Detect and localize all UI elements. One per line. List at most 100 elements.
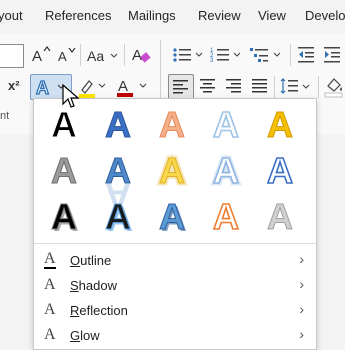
font-group-label: nt — [0, 110, 10, 122]
shadow-icon: A — [44, 276, 56, 293]
svg-text:3: 3 — [210, 58, 214, 64]
menu-item-shadow[interactable]: A Shadow › — [34, 274, 316, 298]
align-right-icon[interactable] — [226, 79, 242, 93]
text-effects-icon: A — [35, 77, 49, 97]
justify-icon[interactable] — [252, 79, 268, 93]
highlight-icon[interactable] — [78, 78, 108, 100]
text-effect-preview-icon: A — [51, 150, 78, 192]
menu-item-label: Shadow — [70, 278, 117, 293]
svg-text:A: A — [213, 104, 239, 145]
text-effect-option[interactable]: AA — [98, 195, 138, 240]
text-effects-gallery: AAAAAAAAAAAAAAAAAAAAA — [34, 99, 316, 239]
text-effect-option[interactable]: A — [260, 195, 300, 238]
svg-text:A: A — [159, 150, 185, 191]
text-effects-dropdown: AAAAAAAAAAAAAAAAAAAAA A Outline › A Shadow › A… — [33, 98, 317, 350]
increase-indent-icon[interactable] — [324, 46, 342, 64]
font-color-icon[interactable]: A — [116, 76, 150, 100]
grow-font-icon[interactable]: A — [32, 46, 52, 64]
text-effect-option[interactable]: A — [206, 103, 246, 146]
clear-formatting-icon[interactable]: A — [131, 44, 153, 66]
svg-text:A: A — [118, 78, 128, 95]
menu-item-label: Glow — [70, 328, 100, 343]
text-effect-preview-icon: A — [212, 103, 240, 146]
svg-text:A: A — [32, 48, 42, 64]
svg-text:A: A — [213, 196, 239, 237]
text-effect-option[interactable]: A — [260, 149, 300, 192]
svg-text:Aa: Aa — [87, 48, 104, 64]
menu-item-label: Outline — [70, 253, 112, 268]
text-effect-option[interactable]: AA — [152, 148, 192, 194]
text-effect-option[interactable]: AA — [206, 148, 246, 194]
tab-developer[interactable]: Develo — [305, 8, 345, 23]
svg-text:A: A — [159, 196, 185, 237]
line-spacing-icon[interactable] — [280, 78, 314, 96]
text-effect-preview-icon: A — [266, 149, 294, 192]
tab-layout[interactable]: yout — [0, 8, 23, 23]
menu-divider — [34, 243, 316, 244]
separator — [80, 44, 81, 66]
text-effect-preview-icon: A — [212, 195, 240, 238]
outline-icon: A — [44, 250, 56, 269]
text-effect-preview-icon: A — [159, 104, 186, 146]
shrink-font-icon[interactable]: A — [58, 46, 78, 64]
ribbon-tabs: yout References Mailings Review View Dev… — [0, 0, 345, 34]
text-effect-preview-icon: AA — [105, 196, 134, 240]
text-effect-option[interactable]: A — [152, 103, 192, 146]
text-effect-option[interactable]: AA — [152, 195, 192, 240]
reflection-icon: A — [44, 301, 56, 318]
separator — [124, 44, 125, 66]
svg-text:A: A — [36, 78, 49, 97]
tab-references[interactable]: References — [45, 8, 111, 23]
decrease-indent-icon[interactable] — [298, 46, 316, 64]
multilevel-list-icon[interactable] — [250, 46, 284, 64]
mouse-cursor-icon — [62, 84, 80, 108]
tab-view[interactable]: View — [258, 8, 286, 23]
text-effect-preview-icon: A — [267, 104, 294, 146]
change-case-icon[interactable]: Aa — [87, 46, 121, 64]
align-left-button[interactable] — [168, 74, 194, 100]
svg-text:A: A — [58, 49, 67, 64]
tab-review[interactable]: Review — [198, 8, 241, 23]
svg-text:A: A — [105, 104, 131, 145]
text-effect-preview-icon: AA — [51, 196, 80, 240]
chevron-right-icon: › — [299, 251, 304, 267]
svg-text:A: A — [267, 196, 293, 237]
text-effect-option[interactable]: A — [206, 195, 246, 238]
svg-text:A: A — [51, 196, 77, 237]
text-effect-preview-icon: AA — [159, 196, 188, 240]
text-effect-preview-icon: AA — [105, 150, 132, 218]
svg-text:A: A — [159, 104, 185, 145]
menu-item-label: Reflection — [70, 303, 128, 318]
superscript-button[interactable]: x² — [8, 78, 20, 93]
text-effect-preview-icon: AA — [157, 148, 188, 194]
menu-item-reflection[interactable]: A Reflection › — [34, 299, 316, 323]
numbering-icon[interactable]: 123 — [210, 46, 244, 64]
menu-item-outline[interactable]: A Outline › — [34, 249, 316, 273]
svg-text:A: A — [105, 196, 131, 237]
svg-text:A: A — [132, 47, 142, 64]
shading-icon[interactable] — [324, 76, 344, 98]
menu-item-glow[interactable]: A Glow › — [34, 324, 316, 348]
svg-text:A: A — [267, 104, 293, 145]
separator — [290, 44, 291, 66]
text-effect-option[interactable]: A — [98, 103, 138, 146]
text-effect-preview-icon: AA — [211, 148, 242, 194]
text-effect-option[interactable]: A — [260, 103, 300, 146]
center-icon[interactable] — [200, 79, 216, 93]
align-left-icon — [173, 80, 188, 94]
bullets-icon[interactable] — [172, 46, 206, 64]
tab-mailings[interactable]: Mailings — [128, 8, 176, 23]
text-effect-option[interactable]: AA — [98, 149, 138, 218]
svg-text:A: A — [213, 150, 239, 191]
chevron-right-icon: › — [299, 301, 304, 317]
text-effect-preview-icon: A — [267, 196, 294, 238]
separator — [318, 76, 319, 98]
text-effect-option[interactable]: A — [44, 149, 84, 192]
glow-icon: A — [44, 326, 56, 343]
svg-text:A: A — [267, 150, 293, 191]
text-effect-option[interactable]: AA — [44, 195, 84, 240]
svg-text:A: A — [51, 104, 77, 145]
font-size-input[interactable] — [0, 44, 24, 68]
separator — [274, 76, 275, 98]
svg-text:A: A — [51, 150, 77, 191]
